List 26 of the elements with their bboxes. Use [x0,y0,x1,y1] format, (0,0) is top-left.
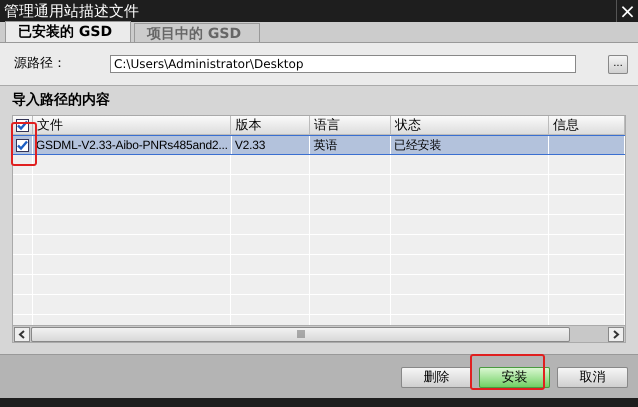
column-header[interactable]: 文件 [32,116,232,134]
scroll-thumb[interactable] [31,326,570,342]
browse-button[interactable]: ... [608,54,628,74]
dialog-button[interactable]: 安装 [479,367,550,388]
column-header[interactable]: 信息 [549,116,625,134]
path-field[interactable]: C:\Users\Administrator\Desktop [110,55,576,73]
checkbox[interactable] [16,138,29,152]
horizontal-scrollbar[interactable] [13,325,625,342]
table-row[interactable]: GSDML-V2.33-Aibo-PNRs485and2... V2.33 英语 已经安装 [13,135,625,155]
scroll-left-icon[interactable] [14,326,30,342]
dialog-button[interactable]: 删除 [401,367,472,388]
table-cell: V2.33 [232,136,310,154]
tab[interactable]: 项目中的 GSD [134,23,260,42]
column-header[interactable]: 状态 [390,116,550,134]
highlight-frame [11,122,37,166]
tab[interactable]: 已安装的 GSD [5,21,131,42]
table-cell: 已经安装 [391,136,550,154]
dialog-button[interactable]: 取消 [557,367,628,388]
field-label: 源路径： [14,55,67,74]
section-title: 导入路径的内容 [12,90,111,110]
table-cell: 英语 [310,136,392,154]
window-title: 管理通用站描述文件 [4,4,139,18]
column-header[interactable]: 版本 [231,116,310,134]
table-cell: GSDML-V2.33-Aibo-PNRs485and2... [32,136,232,154]
column-header[interactable]: 语言 [310,116,391,134]
scroll-right-icon[interactable] [608,326,624,342]
